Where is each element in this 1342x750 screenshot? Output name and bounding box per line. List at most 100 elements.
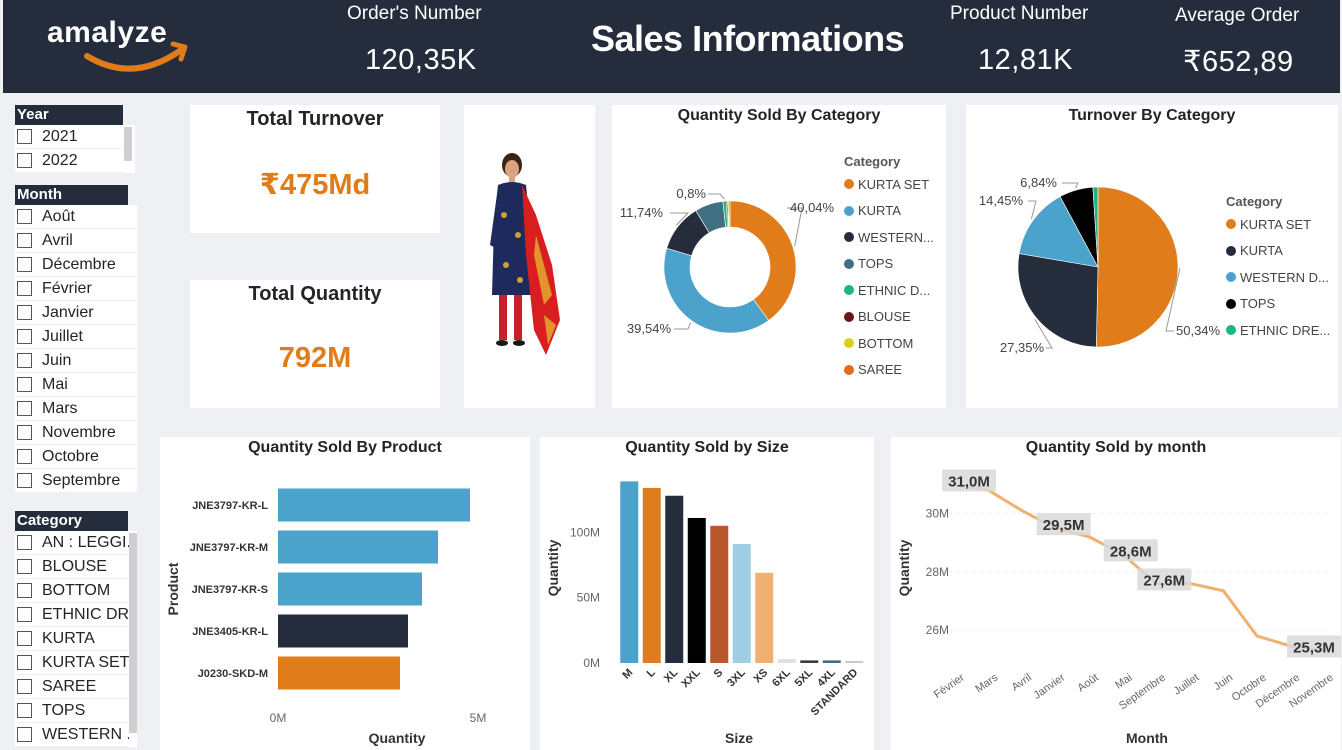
- category-checkbox[interactable]: [17, 655, 32, 670]
- month-option[interactable]: Juillet: [15, 325, 137, 349]
- qty-by-size-card: Quantity Sold by Size 0M 50M 100M M L XL XXL S 3…: [540, 437, 874, 750]
- size-bar[interactable]: [845, 661, 864, 663]
- category-option[interactable]: WESTERN ...: [15, 723, 129, 747]
- category-checkbox[interactable]: [17, 679, 32, 694]
- month-checkbox[interactable]: [17, 401, 32, 416]
- legend-item[interactable]: TOPS: [1226, 291, 1330, 318]
- size-bar[interactable]: [800, 660, 819, 663]
- month-checkbox[interactable]: [17, 473, 32, 488]
- legend-item[interactable]: ETHNIC D...: [844, 277, 934, 304]
- month-checkbox[interactable]: [17, 377, 32, 392]
- category-checkbox[interactable]: [17, 607, 32, 622]
- size-bar[interactable]: [755, 572, 774, 663]
- year-checkbox[interactable]: [17, 129, 32, 144]
- size-bar[interactable]: [620, 481, 639, 663]
- size-bar[interactable]: [822, 660, 841, 663]
- legend-item[interactable]: BOTTOM: [844, 330, 934, 357]
- y-axis-title: Product: [165, 562, 181, 615]
- month-option[interactable]: Mai: [15, 373, 137, 397]
- month-option[interactable]: Février: [15, 277, 137, 301]
- month-checkbox[interactable]: [17, 257, 32, 272]
- category-checkbox[interactable]: [17, 703, 32, 718]
- category-checkbox[interactable]: [17, 631, 32, 646]
- legend-item[interactable]: ETHNIC DRE...: [1226, 317, 1330, 344]
- year-option[interactable]: 2022: [15, 149, 123, 173]
- month-option[interactable]: Août: [15, 205, 137, 229]
- month-line[interactable]: [954, 482, 1325, 652]
- category-slicer-list: AN : LEGGI... BLOUSE BOTTOM ETHNIC DR... KUR…: [15, 531, 137, 747]
- legend-item[interactable]: SAREE: [844, 357, 934, 384]
- category-option[interactable]: ETHNIC DR...: [15, 603, 129, 627]
- month-option[interactable]: Janvier: [15, 301, 137, 325]
- month-checkbox[interactable]: [17, 281, 32, 296]
- year-option[interactable]: 2021: [15, 125, 123, 149]
- month-option[interactable]: Juin: [15, 349, 137, 373]
- month-checkbox[interactable]: [17, 329, 32, 344]
- size-bar[interactable]: [687, 517, 706, 663]
- month-point[interactable]: [1087, 535, 1091, 539]
- category-option-label: SAREE: [42, 677, 97, 695]
- size-bar[interactable]: [710, 525, 729, 663]
- product-bar[interactable]: [278, 614, 408, 648]
- legend-item[interactable]: KURTA: [1226, 238, 1330, 265]
- month-option[interactable]: Octobre: [15, 445, 137, 469]
- month-checkbox[interactable]: [17, 209, 32, 224]
- month-checkbox[interactable]: [17, 305, 32, 320]
- pie-slice[interactable]: [728, 200, 731, 228]
- legend-item[interactable]: WESTERN...: [844, 224, 934, 251]
- year-scrollbar[interactable]: [124, 127, 132, 161]
- product-bar[interactable]: [278, 572, 422, 606]
- month-option[interactable]: Novembre: [15, 421, 137, 445]
- month-checkbox[interactable]: [17, 425, 32, 440]
- category-option-label: BLOUSE: [42, 557, 107, 575]
- legend-label: SAREE: [858, 362, 903, 378]
- product-bar[interactable]: [278, 530, 438, 564]
- legend-item[interactable]: WESTERN D...: [1226, 264, 1330, 291]
- category-scrollbar[interactable]: [129, 533, 137, 733]
- month-point[interactable]: [1255, 634, 1259, 638]
- month-point[interactable]: [1221, 589, 1225, 593]
- product-bar[interactable]: [278, 488, 470, 522]
- month-slicer-list: Août Avril Décembre Février Janvier Juillet Ju…: [15, 205, 137, 493]
- category-option[interactable]: KURTA SET: [15, 651, 129, 675]
- category-option[interactable]: TOPS: [15, 699, 129, 723]
- legend-label: BOTTOM: [858, 335, 914, 351]
- category-option[interactable]: BLOUSE: [15, 555, 129, 579]
- size-bar[interactable]: [777, 659, 796, 663]
- month-option[interactable]: Décembre: [15, 253, 137, 277]
- pie-slice[interactable]: [1017, 253, 1099, 348]
- pie-slice[interactable]: [729, 200, 797, 321]
- month-option[interactable]: Mars: [15, 397, 137, 421]
- month-point[interactable]: [1020, 509, 1024, 513]
- month-slicer-title: Month: [15, 185, 128, 205]
- category-checkbox[interactable]: [17, 559, 32, 574]
- legend-item[interactable]: TOPS: [844, 251, 934, 278]
- month-checkbox[interactable]: [17, 449, 32, 464]
- pie-slice[interactable]: [1095, 186, 1179, 348]
- model-in-kurta-image: [490, 153, 560, 355]
- legend-item[interactable]: KURTA: [844, 198, 934, 225]
- category-checkbox[interactable]: [17, 727, 32, 742]
- product-bar[interactable]: [278, 656, 400, 690]
- size-bar[interactable]: [732, 544, 751, 663]
- legend-label: KURTA: [858, 203, 901, 219]
- legend-item[interactable]: KURTA SET: [1226, 211, 1330, 238]
- year-checkbox[interactable]: [17, 153, 32, 168]
- category-option[interactable]: KURTA: [15, 627, 129, 651]
- month-option[interactable]: Avril: [15, 229, 137, 253]
- category-checkbox[interactable]: [17, 583, 32, 598]
- size-bar[interactable]: [665, 495, 684, 663]
- category-option[interactable]: BOTTOM: [15, 579, 129, 603]
- legend-item[interactable]: KURTA SET: [844, 171, 934, 198]
- size-bar[interactable]: [642, 487, 661, 663]
- category-option[interactable]: SAREE: [15, 675, 129, 699]
- category-option[interactable]: AN : LEGGI...: [15, 531, 129, 555]
- pie-slice[interactable]: [663, 247, 770, 334]
- month-option[interactable]: Septembre: [15, 469, 137, 493]
- legend-item[interactable]: BLOUSE: [844, 304, 934, 331]
- slice-data-label: 0,8%: [676, 186, 706, 201]
- category-checkbox[interactable]: [17, 535, 32, 550]
- month-checkbox[interactable]: [17, 353, 32, 368]
- month-checkbox[interactable]: [17, 233, 32, 248]
- y-tick-label: 0M: [583, 656, 600, 670]
